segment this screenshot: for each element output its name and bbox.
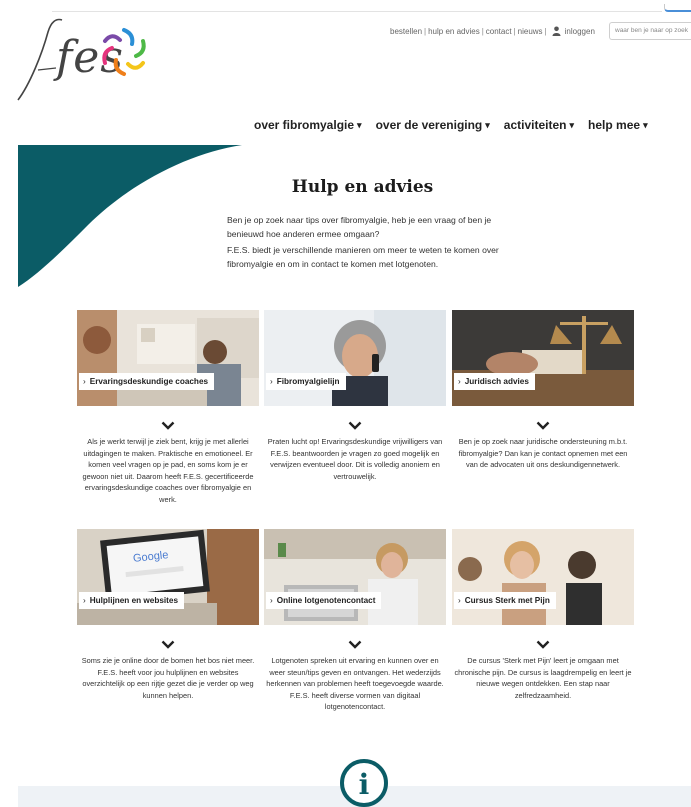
card-label[interactable]: › Hulplijnen en websites [79,592,184,609]
caret-down-icon: ▾ [569,119,575,130]
intro-paragraph: F.E.S. biedt je verschillende manieren o… [227,245,499,269]
card-label[interactable]: › Ervaringsdeskundige coaches [79,373,215,390]
chevron-down-icon[interactable] [161,421,175,430]
fes-logo[interactable]: fes [16,14,156,104]
intro-paragraph: Ben je op zoek naar tips over fibromyalg… [227,215,492,239]
chevron-down-icon[interactable] [536,640,550,649]
card-description: Lotgenoten spreken uit ervaring en kunne… [266,656,444,712]
card-fibromyalgielijn[interactable]: › Fibromyalgielijn Praten lucht op! Ervar… [264,310,446,482]
card-title: Cursus Sterk met Pijn [464,596,550,605]
utility-separator: | [481,26,484,36]
card-title: Ervaringsdeskundige coaches [89,377,209,386]
card-juridisch-advies[interactable]: › Juridisch advies Ben je op zoek naar ju… [452,310,634,471]
nav-item-over-de-vereniging[interactable]: over de vereniging ▾ [376,118,490,132]
utility-separator: | [424,26,427,36]
phone-woman-photo [264,310,446,406]
card-title: Hulplijnen en websites [89,596,178,605]
card-description: Praten lucht op! Ervaringsdeskundige vri… [267,437,443,481]
chevron-down-icon[interactable] [348,640,362,649]
page-title: Hulp en advies [291,177,434,197]
card-photo[interactable]: › Ervaringsdeskundige coaches [77,310,259,406]
nav-item-label: help mee [588,118,641,132]
card-photo[interactable]: › Juridisch advies [452,310,634,406]
nav-item-activiteiten[interactable]: activiteiten ▾ [504,118,574,132]
card-online-lotgenotencontact[interactable]: › Online lotgenotencontact Lotgenoten spr… [264,529,446,713]
coaches-photo [77,310,259,406]
card-photo[interactable]: Google › Hulplijnen en websites [77,529,259,625]
group-course-photo [452,529,634,625]
card-cursus-sterk-met-pijn[interactable]: › Cursus Sterk met Pijn De cursus 'Sterk … [452,529,634,701]
utility-link-nieuws[interactable]: nieuws [518,27,543,36]
chevron-right-icon: › [458,596,461,605]
chevron-right-icon: › [270,596,273,605]
card-photo[interactable]: › Online lotgenotencontact [264,529,446,625]
card-photo[interactable]: › Cursus Sterk met Pijn [452,529,634,625]
caret-down-icon: ▾ [643,119,648,130]
utility-link-contact[interactable]: contact [486,27,512,36]
chevron-right-icon: › [83,377,86,386]
utility-separator: | [544,26,547,36]
caret-down-icon: ▾ [357,119,362,130]
info-glyph: i [359,768,370,801]
nav-item-label: activiteiten [503,118,567,132]
card-ervaringsdeskundige-coaches[interactable]: › Ervaringsdeskundige coaches Als je werk… [77,310,259,506]
utility-separator: | [513,26,516,36]
card-description: Ben je op zoek naar juridische ondersteu… [458,437,628,470]
search-input[interactable]: waar ben je naar op zoek [609,22,691,40]
card-label[interactable]: › Juridisch advies [454,373,535,390]
intro-text: Ben je op zoek naar tips over fibromyalg… [227,214,517,274]
chevron-right-icon: › [458,377,461,386]
top-edge-tab [664,4,691,12]
card-title: Juridisch advies [464,377,529,386]
chevron-down-icon[interactable] [161,640,175,649]
card-description: De cursus 'Sterk met Pijn' leert je omga… [454,656,632,700]
card-photo[interactable]: › Fibromyalgielijn [264,310,446,406]
chevron-down-icon[interactable] [348,421,362,430]
decorative-wave [18,145,242,287]
card-label[interactable]: › Cursus Sterk met Pijn [454,592,556,609]
card-title: Online lotgenotencontact [276,596,376,605]
card-label[interactable]: › Online lotgenotencontact [266,592,382,609]
card-description: Als je werkt terwijl je ziek bent, krijg… [82,437,254,504]
nav-item-label: over fibromyalgie [254,118,355,132]
laptop-search-photo [77,529,259,625]
woman-laptop-photo [264,529,446,625]
caret-down-icon: ▾ [485,119,490,130]
logo-flower-icon [102,28,146,76]
user-icon[interactable] [552,26,561,36]
utility-nav: bestellen | hulp en advies | contact | n… [390,26,595,36]
card-title: Fibromyalgielijn [276,377,340,386]
chevron-right-icon: › [83,596,86,605]
main-nav: over fibromyalgie ▾ over de vereniging ▾… [254,118,662,132]
chevron-right-icon: › [270,377,273,386]
nav-item-label: over de vereniging [375,118,483,132]
card-label[interactable]: › Fibromyalgielijn [266,373,346,390]
utility-link-hulp-en-advies[interactable]: hulp en advies [428,27,480,36]
card-description: Soms zie je online door de bomen het bos… [81,656,255,700]
top-divider [52,11,662,12]
nav-item-help-mee[interactable]: help mee ▾ [588,118,648,132]
login-link[interactable]: inloggen [565,27,595,36]
card-hulplijnen-en-websites[interactable]: Google › Hulplijnen en websites Soms zie … [77,529,259,701]
utility-link-bestellen[interactable]: bestellen [390,27,422,36]
chevron-down-icon[interactable] [536,421,550,430]
info-icon[interactable]: i [339,758,389,807]
nav-item-over-fibromyalgie[interactable]: over fibromyalgie ▾ [254,118,362,132]
scales-of-justice-photo [452,310,634,406]
